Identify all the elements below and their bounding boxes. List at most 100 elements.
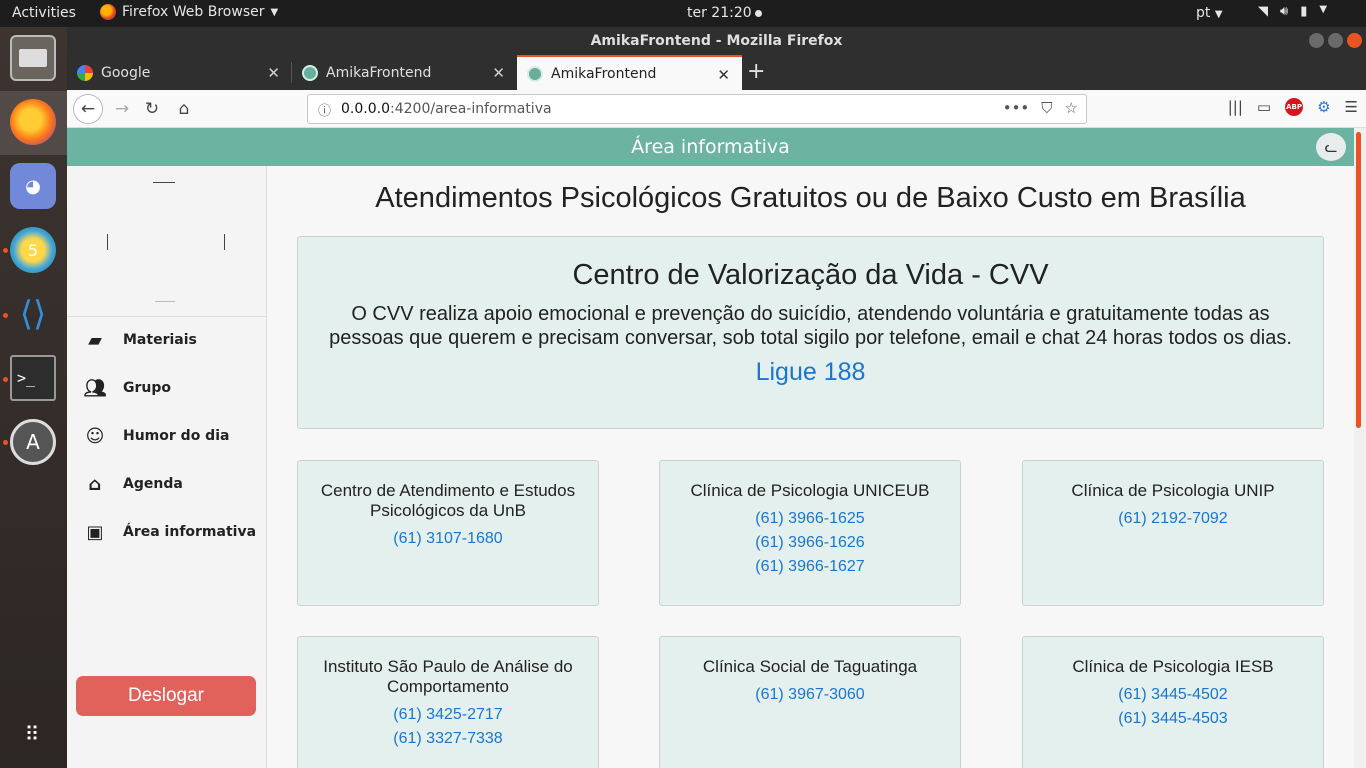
running-indicator [3,377,8,382]
tab-label: AmikaFrontend [326,64,432,81]
terminal-icon[interactable]: >_ [10,355,56,401]
activities-button[interactable]: Activities [12,5,76,21]
extension-icon[interactable]: ⚙ [1317,98,1330,116]
adblock-plus-icon[interactable]: ABP [1285,98,1304,116]
maximize-button[interactable] [1328,33,1343,48]
url-host: 0.0.0.0 [341,101,390,117]
chevron-down-icon: ▼ [1214,9,1223,20]
page-actions-icon[interactable]: ••• [1003,99,1030,117]
back-button[interactable]: ← [73,94,103,124]
system-tray[interactable]: ◥ 🔊︎ ▮ ▼ [1258,4,1327,19]
clinic-name: Clínica Social de Taguatinga [702,657,918,676]
sidebar-item-materiais[interactable]: ▰ Materiais [67,316,266,364]
page-scrollbar[interactable] [1354,128,1366,768]
sidebar-item-label: Área informativa [123,524,257,540]
reload-button[interactable]: ↻ [139,96,165,122]
cat-avatar-icon[interactable]: ᓚ [1316,133,1346,161]
clinic-phones: (61) 2192-7092 [1023,507,1323,531]
clinic-card: Clínica de Psicologia IESB (61) 3445-450… [1022,636,1324,768]
clinic-phone-link[interactable]: (61) 3107-1680 [298,527,598,551]
firefox-window: AmikaFrontend - Mozilla Firefox Google ✕… [67,27,1366,768]
forward-button[interactable]: → [109,96,135,122]
chevron-down-icon: ▼ [1319,4,1328,15]
close-window-button[interactable] [1347,33,1362,48]
sidebar-item-humor[interactable]: ☺ Humor do dia [67,412,266,460]
clock[interactable]: ter 21:20 [687,5,762,21]
sidebar-item-label: Grupo [123,380,172,396]
logout-button[interactable]: Deslogar [76,676,256,716]
sidebar-item-label: Agenda [123,476,183,492]
clinic-phones: (61) 3107-1680 [298,527,598,551]
clinic-name: Clínica de Psicologia UNICEUB [690,481,930,500]
clinic-phone-link[interactable]: (61) 3445-4503 [1023,707,1323,731]
system-top-bar: Activities Firefox Web Browser ▼ ter 21:… [0,0,1366,27]
navigation-toolbar: ← → ↻ ⌂ ⓘ 0.0.0.0:4200/area-informativa … [67,90,1366,128]
tab-bar: Google ✕ AmikaFrontend ✕ AmikaFrontend ✕… [67,55,1366,90]
hamburger-menu-icon[interactable]: ☰ [1345,98,1358,116]
clinic-phone-link[interactable]: (61) 3966-1626 [660,531,960,555]
clinic-phone-link[interactable]: (61) 3966-1627 [660,555,960,579]
toolbar-right: ||| ▭ ABP ⚙ ☰ [1228,98,1358,116]
sidebar-item-label: Materiais [123,332,197,348]
sidebar-item-label: Humor do dia [123,428,230,444]
close-tab-icon[interactable]: ✕ [267,64,280,82]
clock-label: ter 21:20 [687,5,752,21]
firefox-icon [100,4,116,20]
clinic-phone-link[interactable]: (61) 3425-2717 [298,703,598,727]
clinic-card: Clínica Social de Taguatinga (61) 3967-3… [659,636,961,768]
clinic-phone-link[interactable]: (61) 3327-7338 [298,727,598,751]
sidebar: ▰ Materiais 👥︎ Grupo ☺ Humor do dia ⌂ Ag… [67,166,267,768]
clinic-phone-link[interactable]: (61) 3445-4502 [1023,683,1323,707]
main-content: Atendimentos Psicológicos Gratuitos ou d… [267,166,1354,768]
google-favicon-icon [77,64,93,81]
bookmark-star-icon[interactable]: ☆ [1065,99,1078,117]
sidebar-toggle-icon[interactable]: ▭ [1257,98,1271,116]
sidebar-item-area-informativa[interactable]: ▣ Área informativa [67,508,266,556]
running-indicator [3,313,8,318]
cvv-card: Centro de Valorização da Vida - CVV O CV… [297,236,1324,429]
clinic-phone-link[interactable]: (61) 2192-7092 [1023,507,1323,531]
url-bar[interactable]: ⓘ 0.0.0.0:4200/area-informativa ••• ⛉ ☆ [307,94,1087,124]
firefox-dock-icon[interactable] [10,99,56,145]
clinic-name: Instituto São Paulo de Análise do Compor… [323,657,573,696]
battery-icon: ▮ [1300,4,1308,19]
running-indicator [3,440,8,445]
show-applications-icon[interactable]: ⠿ [10,711,56,757]
amika-favicon-icon [527,65,543,82]
pocket-icon[interactable]: ⛉ [1041,99,1052,117]
close-tab-icon[interactable]: ✕ [717,66,730,84]
home-button[interactable]: ⌂ [171,96,197,122]
software-updater-icon[interactable]: A [10,419,56,465]
smiley-icon: ☺ [85,425,105,447]
page-title: Atendimentos Psicológicos Gratuitos ou d… [375,182,1246,214]
cvv-phone-link[interactable]: Ligue 188 [298,358,1323,387]
clinic-phone-link[interactable]: (61) 3966-1625 [660,507,960,531]
tab-amika-2[interactable]: AmikaFrontend ✕ [517,55,742,90]
tab-google[interactable]: Google ✕ [67,55,292,90]
clinic-name: Centro de Atendimento e Estudos Psicológ… [320,481,576,520]
running-indicator [3,248,8,253]
avatar-edge [153,182,175,183]
metatrader-icon[interactable]: 5 [10,227,56,273]
avatar-edge [224,234,225,250]
discord-icon[interactable]: ◕ [10,163,56,209]
close-tab-icon[interactable]: ✕ [492,64,505,82]
language-indicator[interactable]: pt ▼ [1196,5,1223,21]
app-menu[interactable]: Firefox Web Browser ▼ [100,4,278,20]
clinic-card: Centro de Atendimento e Estudos Psicológ… [297,460,599,606]
page-header-title: Área informativa [631,136,790,158]
minimize-button[interactable] [1309,33,1324,48]
clinic-card: Clínica de Psicologia UNIP (61) 2192-709… [1022,460,1324,606]
vscode-icon[interactable]: ⟨⟩ [10,291,56,337]
scrollbar-thumb[interactable] [1356,132,1361,428]
library-icon[interactable]: ||| [1228,98,1243,116]
files-icon[interactable] [10,35,56,81]
tab-label: Google [101,64,151,81]
clinic-phone-link[interactable]: (61) 3967-3060 [660,683,960,707]
sidebar-item-agenda[interactable]: ⌂ Agenda [67,460,266,508]
new-tab-button[interactable]: + [747,59,765,84]
avatar-edge [107,234,108,250]
tab-amika-1[interactable]: AmikaFrontend ✕ [292,55,517,90]
info-icon[interactable]: ⓘ [318,100,331,119]
sidebar-item-grupo[interactable]: 👥︎ Grupo [67,364,266,412]
